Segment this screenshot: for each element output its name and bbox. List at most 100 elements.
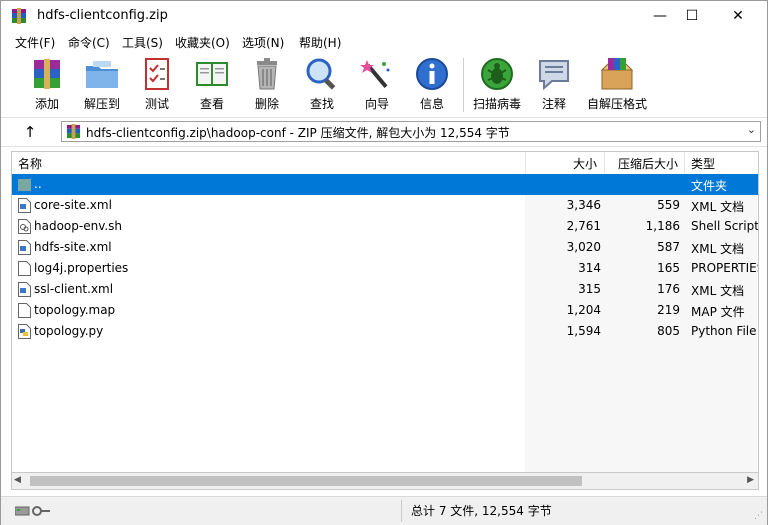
xml-file-icon	[18, 240, 31, 255]
file-name: core-site.xml	[34, 198, 112, 212]
scan-virus-label: 扫描病毒	[472, 97, 521, 111]
python-file-icon	[18, 324, 31, 339]
column-packed-size[interactable]: 压缩后大小	[618, 155, 678, 172]
toolbar-separator	[463, 58, 464, 112]
table-row[interactable]: ssl-client.xml 315 176 XML 文档	[12, 279, 758, 300]
xml-file-icon	[18, 282, 31, 297]
address-dropdown-icon[interactable]: ⌄	[747, 123, 756, 136]
file-packed-size: 1,186	[645, 219, 680, 233]
view-button[interactable]: 查看	[186, 56, 238, 114]
list-header: 名称 ^ 大小 压缩后大小 类型	[12, 152, 758, 175]
file-size: 315	[578, 282, 601, 296]
table-row[interactable]: topology.map 1,204 219 MAP 文件	[12, 300, 758, 321]
menu-command[interactable]: 命令(C)	[68, 34, 110, 51]
table-row[interactable]: hadoop-env.sh 2,761 1,186 Shell Script	[12, 216, 758, 237]
archive-icon	[66, 124, 81, 139]
info-label: 信息	[419, 97, 444, 111]
column-name[interactable]: 名称	[18, 155, 42, 172]
maximize-button[interactable]: ☐	[669, 1, 715, 32]
view-label: 查看	[199, 97, 224, 111]
test-label: 测试	[144, 97, 169, 111]
column-divider[interactable]	[604, 152, 605, 174]
file-name: log4j.properties	[34, 261, 129, 275]
table-row[interactable]: log4j.properties 314 165 PROPERTIES	[12, 258, 758, 279]
test-checklist-icon	[145, 58, 169, 90]
column-type[interactable]: 类型	[691, 155, 715, 172]
info-button[interactable]: 信息	[406, 56, 458, 114]
drive-key-icon	[15, 506, 50, 516]
view-book-icon	[196, 62, 228, 86]
file-name: topology.map	[34, 303, 116, 317]
file-name: hadoop-env.sh	[34, 219, 123, 233]
column-divider[interactable]	[525, 152, 526, 174]
file-type: 文件夹	[691, 179, 728, 193]
menu-file[interactable]: 文件(F)	[15, 34, 55, 51]
delete-label: 删除	[254, 97, 279, 111]
scroll-left-icon[interactable]: ◀	[14, 475, 21, 485]
delete-trash-icon	[257, 58, 277, 90]
file-size: 1,204	[566, 303, 601, 317]
parent-folder-icon	[18, 179, 31, 191]
scan-virus-button[interactable]: 扫描病毒	[471, 56, 523, 114]
comment-icon	[539, 60, 569, 91]
find-magnifier-icon	[306, 58, 336, 90]
status-divider	[401, 500, 402, 522]
address-path: hdfs-clientconfig.zip\hadoop-conf - ZIP …	[86, 126, 510, 140]
file-type: PROPERTIES	[691, 261, 759, 275]
delete-button[interactable]: 删除	[241, 56, 293, 114]
address-field[interactable]: hdfs-clientconfig.zip\hadoop-conf - ZIP …	[61, 121, 761, 142]
xml-file-icon	[18, 198, 31, 213]
comment-button[interactable]: 注释	[528, 56, 580, 114]
toolbar: 添加 解压到 测试 查看 删除 查找 向导 信息 扫描病毒 注释 自解压格式	[1, 52, 767, 118]
file-size: 2,761	[566, 219, 601, 233]
column-divider[interactable]	[684, 152, 685, 174]
window-title: hdfs-clientconfig.zip	[37, 8, 168, 23]
up-folder-button[interactable]: ↑	[19, 122, 41, 142]
wizard-label: 向导	[364, 97, 389, 111]
file-name: ssl-client.xml	[34, 282, 114, 296]
comment-label: 注释	[541, 97, 566, 111]
file-size: 3,020	[566, 240, 601, 254]
table-row[interactable]: topology.py 1,594 805 Python File	[12, 321, 758, 342]
file-size: 3,346	[566, 198, 601, 212]
extract-to-button[interactable]: 解压到	[76, 56, 128, 114]
file-name: ..	[34, 177, 42, 191]
file-type: Python File	[691, 324, 757, 338]
file-packed-size: 559	[657, 198, 680, 212]
shell-script-icon	[18, 219, 31, 234]
file-type: XML 文档	[691, 284, 745, 298]
table-row[interactable]: hdfs-site.xml 3,020 587 XML 文档	[12, 237, 758, 258]
scroll-right-icon[interactable]: ▶	[747, 475, 754, 485]
horizontal-scrollbar[interactable]: ◀ ▶	[11, 473, 759, 490]
file-packed-size: 176	[657, 282, 680, 296]
wizard-wand-icon	[360, 60, 390, 89]
table-row-parent-folder[interactable]: .. 文件夹	[12, 174, 758, 195]
scrollbar-thumb[interactable]	[30, 476, 582, 486]
resize-grip-icon[interactable]: ⋰	[754, 511, 763, 521]
add-label: 添加	[34, 97, 59, 111]
find-button[interactable]: 查找	[296, 56, 348, 114]
close-button[interactable]: ✕	[715, 1, 761, 32]
extract-to-label: 解压到	[83, 97, 120, 111]
wizard-button[interactable]: 向导	[351, 56, 403, 114]
virus-scan-icon	[481, 58, 513, 90]
menu-options[interactable]: 选项(N)	[242, 34, 284, 51]
sfx-button[interactable]: 自解压格式	[586, 56, 648, 114]
menu-favorites[interactable]: 收藏夹(O)	[175, 34, 230, 51]
sfx-label: 自解压格式	[586, 97, 647, 111]
menu-tools[interactable]: 工具(S)	[122, 34, 163, 51]
winrar-app-icon	[12, 8, 26, 24]
menu-bar: 文件(F) 命令(C) 工具(S) 收藏夹(O) 选项(N) 帮助(H)	[1, 32, 767, 52]
file-type: MAP 文件	[691, 305, 745, 319]
file-list: 名称 ^ 大小 压缩后大小 类型 .. 文件夹 core-site.xml 3,…	[11, 151, 759, 473]
add-button[interactable]: 添加	[21, 56, 73, 114]
status-bar: 总计 7 文件, 12,554 字节 ⋰	[1, 496, 767, 525]
table-row[interactable]: core-site.xml 3,346 559 XML 文档	[12, 195, 758, 216]
menu-help[interactable]: 帮助(H)	[299, 34, 341, 51]
sfx-box-icon	[600, 58, 634, 90]
title-bar: hdfs-clientconfig.zip — ☐ ✕	[1, 1, 767, 32]
column-size[interactable]: 大小	[573, 155, 597, 172]
test-button[interactable]: 测试	[131, 56, 183, 114]
extract-folder-icon	[86, 61, 118, 88]
file-type: XML 文档	[691, 200, 745, 214]
